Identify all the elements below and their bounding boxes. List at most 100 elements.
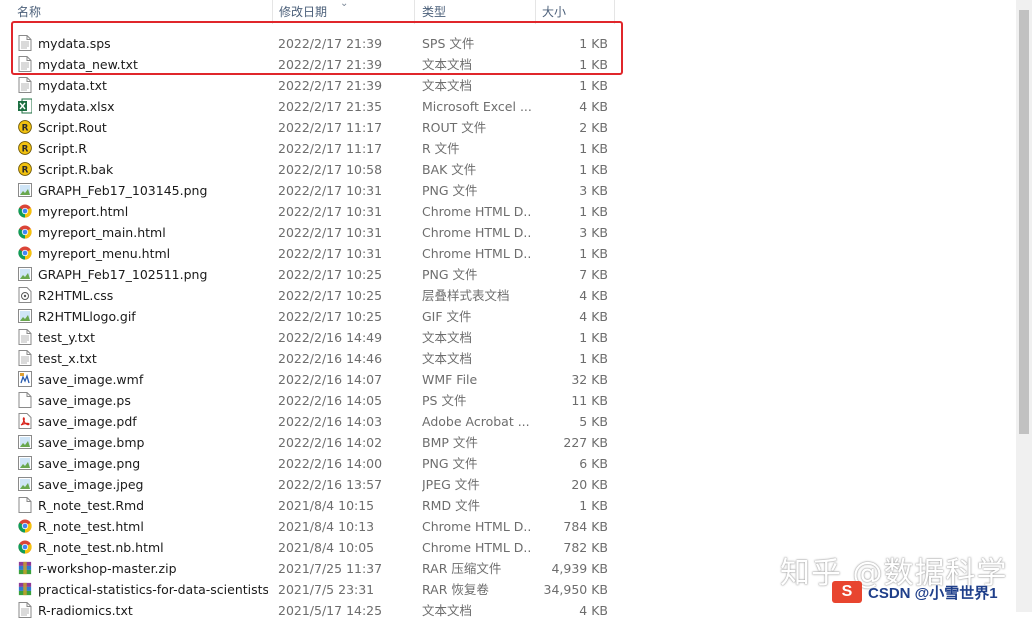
file-row[interactable]: R Script.R.bak 2022/2/17 10:58 BAK 文件 1 KB	[0, 159, 1016, 180]
text-file-icon	[18, 350, 34, 366]
text-file-icon	[18, 329, 34, 345]
file-row[interactable]: save_image.png 2022/2/16 14:00 PNG 文件 6 KB	[0, 453, 1016, 474]
file-type: R 文件	[422, 141, 460, 156]
file-date: 2022/2/16 14:49	[278, 330, 383, 345]
file-size: 1 KB	[579, 141, 608, 156]
file-date: 2021/7/5 23:31	[278, 582, 375, 597]
file-name[interactable]: save_image.png	[38, 453, 268, 474]
vertical-scrollbar[interactable]	[1016, 0, 1032, 612]
chrome-file-icon	[18, 203, 34, 219]
file-size: 7 KB	[579, 267, 608, 282]
image-file-icon	[18, 476, 34, 492]
file-size: 4,939 KB	[551, 561, 608, 576]
file-type: BMP 文件	[422, 435, 478, 450]
file-size: 2 KB	[579, 120, 608, 135]
file-name[interactable]: GRAPH_Feb17_102511.png	[38, 264, 268, 285]
file-name[interactable]: test_x.txt	[38, 348, 268, 369]
rar-file-icon	[18, 560, 34, 576]
file-date: 2022/2/17 10:31	[278, 204, 383, 219]
chrome-file-icon	[18, 224, 34, 240]
file-row[interactable]: myreport.html 2022/2/17 10:31 Chrome HTML …	[0, 201, 1016, 222]
file-list: mydata.sps 2022/2/17 21:39 SPS 文件 1 KB mydat…	[0, 33, 1016, 621]
file-name[interactable]: myreport_menu.html	[38, 243, 268, 264]
file-type: Adobe Acrobat ...	[422, 414, 530, 429]
file-row[interactable]: save_image.ps 2022/2/16 14:05 PS 文件 11 KB	[0, 390, 1016, 411]
file-name[interactable]: Script.R	[38, 138, 268, 159]
file-name[interactable]: R-radiomics.txt	[38, 600, 268, 621]
file-date: 2022/2/17 10:25	[278, 267, 383, 282]
text-file-icon	[18, 602, 34, 618]
file-row[interactable]: mydata.xlsx 2022/2/17 21:35 Microsoft Exce…	[0, 96, 1016, 117]
file-name[interactable]: R2HTML.css	[38, 285, 268, 306]
file-name[interactable]: R_note_test.Rmd	[38, 495, 268, 516]
scrollbar-thumb[interactable]	[1019, 10, 1029, 434]
file-date: 2022/2/16 14:02	[278, 435, 383, 450]
file-size: 5 KB	[579, 414, 608, 429]
file-type: 文本文档	[422, 351, 473, 366]
file-row[interactable]: R2HTMLlogo.gif 2022/2/17 10:25 GIF 文件 4 KB	[0, 306, 1016, 327]
file-row[interactable]: mydata.txt 2022/2/17 21:39 文本文档 1 KB	[0, 75, 1016, 96]
file-name[interactable]: GRAPH_Feb17_103145.png	[38, 180, 268, 201]
file-name[interactable]: myreport_main.html	[38, 222, 268, 243]
file-date: 2022/2/17 11:17	[278, 141, 383, 156]
r-file-icon: R	[18, 161, 34, 177]
file-row[interactable]: R Script.R 2022/2/17 11:17 R 文件 1 KB	[0, 138, 1016, 159]
file-size: 1 KB	[579, 498, 608, 513]
file-name[interactable]: test_y.txt	[38, 327, 268, 348]
file-date: 2022/2/16 14:05	[278, 393, 383, 408]
file-row[interactable]: R2HTML.css 2022/2/17 10:25 层叠样式表文档 4 KB	[0, 285, 1016, 306]
file-name[interactable]: save_image.wmf	[38, 369, 268, 390]
file-row[interactable]: test_y.txt 2022/2/16 14:49 文本文档 1 KB	[0, 327, 1016, 348]
file-size: 3 KB	[579, 225, 608, 240]
file-date: 2021/7/25 11:37	[278, 561, 383, 576]
blank-file-icon	[18, 392, 34, 408]
file-name[interactable]: R_note_test.html	[38, 516, 268, 537]
file-type: RAR 恢复卷	[422, 582, 489, 597]
file-row[interactable]: R_note_test.Rmd 2021/8/4 10:15 RMD 文件 1 KB	[0, 495, 1016, 516]
file-size: 4 KB	[579, 309, 608, 324]
image-file-icon	[18, 266, 34, 282]
file-name[interactable]: r-workshop-master.zip	[38, 558, 268, 579]
file-name[interactable]: save_image.pdf	[38, 411, 268, 432]
file-row[interactable]: GRAPH_Feb17_103145.png 2022/2/17 10:31 PNG…	[0, 180, 1016, 201]
r-file-icon: R	[18, 140, 34, 156]
file-size: 227 KB	[563, 435, 608, 450]
file-name[interactable]: R_note_test.nb.html	[38, 537, 268, 558]
file-size: 1 KB	[579, 162, 608, 177]
file-name[interactable]: mydata.txt	[38, 75, 268, 96]
image-file-icon	[18, 434, 34, 450]
file-name[interactable]: practical-statistics-for-data-scientists…	[38, 579, 268, 600]
file-row[interactable]: save_image.wmf 2022/2/16 14:07 WMF File 32 …	[0, 369, 1016, 390]
file-size: 1 KB	[579, 351, 608, 366]
file-size: 4 KB	[579, 99, 608, 114]
file-row[interactable]: R Script.Rout 2022/2/17 11:17 ROUT 文件 2 KB	[0, 117, 1016, 138]
file-name[interactable]: Script.R.bak	[38, 159, 268, 180]
file-size: 1 KB	[579, 246, 608, 261]
file-row[interactable]: myreport_menu.html 2022/2/17 10:31 Chrome …	[0, 243, 1016, 264]
file-type: Microsoft Excel ...	[422, 99, 532, 114]
file-size: 34,950 KB	[543, 582, 608, 597]
file-name[interactable]: myreport.html	[38, 201, 268, 222]
file-row[interactable]: R_note_test.html 2021/8/4 10:13 Chrome HTM…	[0, 516, 1016, 537]
file-type: PNG 文件	[422, 267, 478, 282]
file-date: 2022/2/17 10:25	[278, 309, 383, 324]
file-name[interactable]: save_image.bmp	[38, 432, 268, 453]
file-row[interactable]: GRAPH_Feb17_102511.png 2022/2/17 10:25 PNG…	[0, 264, 1016, 285]
file-name[interactable]: Script.Rout	[38, 117, 268, 138]
file-row[interactable]: save_image.jpeg 2022/2/16 13:57 JPEG 文件 20 …	[0, 474, 1016, 495]
file-type: Chrome HTML D...	[422, 519, 532, 534]
file-row[interactable]: myreport_main.html 2022/2/17 10:31 Chrome …	[0, 222, 1016, 243]
file-type: 文本文档	[422, 330, 473, 345]
file-row[interactable]: test_x.txt 2022/2/16 14:46 文本文档 1 KB	[0, 348, 1016, 369]
file-name[interactable]: R2HTMLlogo.gif	[38, 306, 268, 327]
r-file-icon: R	[18, 119, 34, 135]
file-type: Chrome HTML D...	[422, 225, 532, 240]
file-type: 文本文档	[422, 603, 473, 618]
file-row[interactable]: save_image.pdf 2022/2/16 14:03 Adobe Acrob…	[0, 411, 1016, 432]
file-name[interactable]: mydata.xlsx	[38, 96, 268, 117]
file-name[interactable]: save_image.ps	[38, 390, 268, 411]
file-name[interactable]: save_image.jpeg	[38, 474, 268, 495]
file-row[interactable]: save_image.bmp 2022/2/16 14:02 BMP 文件 227 K…	[0, 432, 1016, 453]
sort-chevron-down-icon: ⌄	[340, 0, 349, 9]
file-type: WMF File	[422, 372, 478, 387]
